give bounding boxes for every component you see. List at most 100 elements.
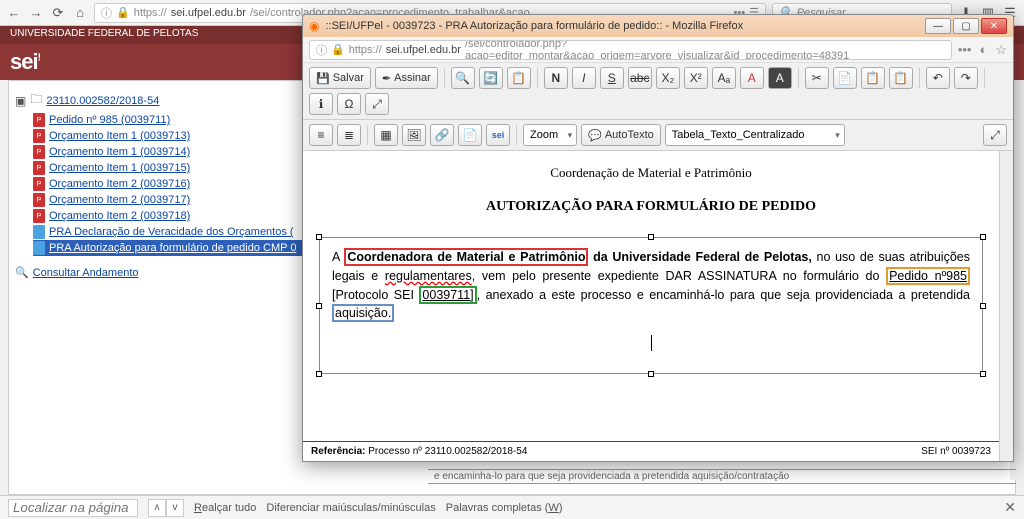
sync-icon[interactable]: ◐ [979,42,987,58]
sei-logo: sei! [10,49,40,75]
tree-item-label[interactable]: Orçamento Item 1 (0039713) [49,130,190,142]
text-color-icon[interactable]: A [740,67,764,89]
resize-handle[interactable] [316,303,322,309]
cut-icon[interactable]: ✂ [805,67,829,89]
paste-icon[interactable]: 📋 [861,67,885,89]
tree-item-label[interactable]: Orçamento Item 1 (0039715) [49,162,190,174]
collapse-icon[interactable]: ▣ [15,94,26,108]
expand-outer-icon[interactable]: ⤢ [365,93,389,115]
sei-link-icon[interactable]: sei [486,124,510,146]
url-host: sei.ufpel.edu.br [386,44,461,56]
autotext-button[interactable]: 💬AutoTexto [581,124,661,146]
copy-icon[interactable]: 📋 [507,67,531,89]
underline-icon[interactable]: S [600,67,624,89]
editor-body[interactable]: Coordenação de Material e Patrimônio AUT… [303,151,999,441]
style-select[interactable]: Tabela_Texto_Centralizado [665,124,845,146]
italic-icon[interactable]: I [572,67,596,89]
popup-title: ::SEI/UFPel - 0039723 - PRA Autorização … [325,20,919,32]
resize-handle[interactable] [648,234,654,240]
back-icon[interactable]: ← [6,5,22,21]
strike-icon[interactable]: abc [628,67,652,89]
undo-icon[interactable]: ↶ [926,67,950,89]
autotext-label: AutoTexto [605,129,654,141]
popup-titlebar[interactable]: ◉ ::SEI/UFPel - 0039723 - PRA Autorizaçã… [303,15,1013,37]
doc-icon [33,241,45,255]
popup-url-bar[interactable]: ⓘ 🔒 https://sei.ufpel.edu.br/sei/control… [309,40,952,60]
resize-handle[interactable] [980,234,986,240]
pdf-icon: P [33,145,45,159]
selected-text-box[interactable]: A Coordenadora de Material e Patrimônio … [319,237,983,374]
doc-icon [33,225,45,239]
paste-format-icon[interactable]: 📋 [889,67,913,89]
cursor-line[interactable] [332,323,970,363]
list-bullet-icon[interactable]: ≣ [337,124,361,146]
sign-button[interactable]: ✒Assinar [375,67,438,89]
link-icon[interactable]: 🔗 [430,124,454,146]
star-icon[interactable]: ☆ [995,42,1007,58]
tree-item-label[interactable]: Orçamento Item 2 (0039717) [49,194,190,206]
sign-label: Assinar [394,72,431,84]
resize-handle[interactable] [980,371,986,377]
omega-icon[interactable]: Ω [337,93,361,115]
list-num-icon[interactable]: ≡ [309,124,333,146]
maximize-button[interactable]: ▢ [953,18,979,34]
find-close-button[interactable]: ✕ [1004,499,1016,516]
subscript-icon[interactable]: X₂ [656,67,680,89]
caret [651,335,652,351]
ref-label: Referência: [311,446,365,457]
search-icon: 🔍 [15,266,29,279]
reload-icon[interactable]: ⟳ [50,5,66,21]
pdf-icon: P [33,177,45,191]
bg-color-icon[interactable]: A [768,67,792,89]
tree-item-label[interactable]: Orçamento Item 1 (0039714) [49,146,190,158]
find-prev-button[interactable]: ʌ [148,499,166,517]
case-icon[interactable]: Aₐ [712,67,736,89]
resize-handle[interactable] [980,303,986,309]
resize-handle[interactable] [648,371,654,377]
find-bar: ʌ v Realçar tudo Diferenciar maiúsculas/… [0,495,1024,519]
copy2-icon[interactable]: 📄 [833,67,857,89]
home-icon[interactable]: ⌂ [72,5,88,21]
doc-paragraph[interactable]: A Coordenadora de Material e Patrimônio … [332,248,970,323]
tree-item-label[interactable]: Orçamento Item 2 (0039718) [49,210,190,222]
search-icon[interactable]: 🔍 [451,67,475,89]
highlight-protocolo: 0039711] [419,286,476,304]
pdf-icon: P [33,193,45,207]
highlight-aquisicao: aquisição. [332,304,394,322]
more-icon[interactable]: ••• [958,42,972,58]
process-link[interactable]: 23110.002582/2018-54 [46,95,159,107]
image-icon[interactable]: 🖼 [402,124,426,146]
table-icon[interactable]: ▦ [374,124,398,146]
help-icon[interactable]: ℹ [309,93,333,115]
save-button[interactable]: 💾Salvar [309,67,371,89]
pdf-icon: P [33,209,45,223]
info-icon: ⓘ [316,42,327,58]
folder-icon: 🗀 [30,90,42,111]
scrollbar[interactable] [999,151,1013,461]
tree-item-label[interactable]: PRA Declaração de Veracidade dos Orçamen… [49,226,294,238]
find-next-button[interactable]: v [166,499,184,517]
text: , anexado a este processo e encaminhá-lo… [477,288,970,302]
tree-item-label[interactable]: Orçamento Item 2 (0039716) [49,178,190,190]
consult-link[interactable]: Consultar Andamento [33,267,139,279]
forward-icon[interactable]: → [28,5,44,21]
zoom-select[interactable]: Zoom [523,124,577,146]
expand-icon[interactable]: ⤢ [983,124,1007,146]
close-button[interactable]: ✕ [981,18,1007,34]
whole-words-option[interactable]: Palavras completas (W) [446,502,563,514]
tree-item-label[interactable]: PRA Autorização para formulário de pedid… [49,242,296,254]
match-case-option[interactable]: Diferenciar maiúsculas/minúsculas [266,502,435,514]
replace-icon[interactable]: 🔄 [479,67,503,89]
redo-icon[interactable]: ↷ [954,67,978,89]
url-path: /sei/controlador.php?acao=editor_montar&… [465,40,945,60]
find-input[interactable] [8,499,138,517]
tree-item-label[interactable]: Pedido nº 985 (0039711) [49,114,170,126]
resize-handle[interactable] [316,234,322,240]
ref-proc: Processo nº 23110.002582/2018-54 [365,446,527,457]
bold-icon[interactable]: N [544,67,568,89]
superscript-icon[interactable]: X² [684,67,708,89]
green-doc-icon[interactable]: 📄 [458,124,482,146]
resize-handle[interactable] [316,371,322,377]
highlight-all-option[interactable]: Realçar tudo [194,502,256,514]
minimize-button[interactable]: — [925,18,951,34]
